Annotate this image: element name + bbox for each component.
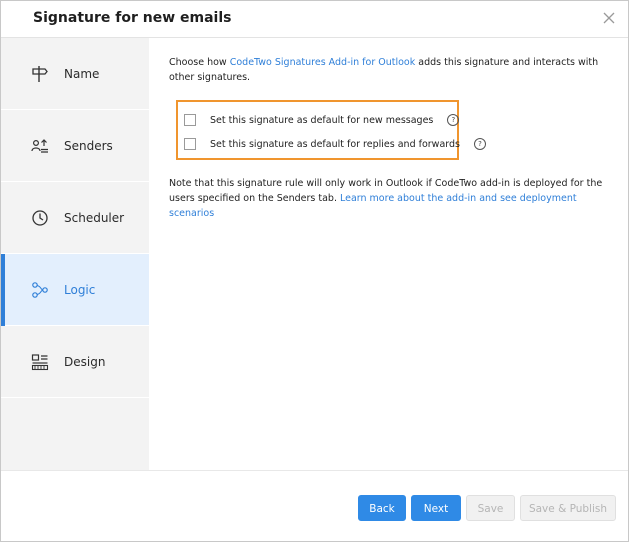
option-default-replies[interactable]: Set this signature as default for replie…	[184, 136, 486, 152]
default-options-group: Set this signature as default for new me…	[176, 100, 486, 160]
save-button[interactable]: Save	[466, 495, 515, 521]
sidebar-item-label: Senders	[64, 138, 113, 153]
save-publish-button[interactable]: Save & Publish	[520, 495, 616, 521]
checkbox-default-replies[interactable]	[184, 138, 196, 150]
signpost-icon	[32, 65, 48, 82]
option-label: Set this signature as default for replie…	[210, 138, 460, 150]
sidebar-item-scheduler[interactable]: Scheduler	[1, 182, 149, 254]
close-icon[interactable]	[602, 11, 616, 25]
sidebar-item-logic[interactable]: Logic	[1, 254, 149, 326]
addin-link[interactable]: CodeTwo Signatures Add-in for Outlook	[230, 57, 416, 68]
checkbox-default-new[interactable]	[184, 114, 196, 126]
option-label: Set this signature as default for new me…	[210, 114, 434, 126]
sidebar-item-label: Name	[64, 66, 100, 81]
sidebar-item-label: Design	[64, 354, 106, 369]
layout-icon	[31, 353, 49, 370]
main-content: Choose how CodeTwo Signatures Add-in for…	[149, 38, 628, 470]
back-button[interactable]: Back	[358, 495, 406, 521]
note-text: Note that this signature rule will only …	[169, 178, 603, 219]
dialog-header: Signature for new emails	[1, 1, 628, 38]
dialog-title: Signature for new emails	[33, 10, 232, 26]
dialog-footer: Back Next Save Save & Publish	[1, 470, 628, 542]
sidebar: Name Senders Scheduler Logic Design	[1, 38, 149, 470]
signature-dialog: Signature for new emails Name Senders Sc…	[0, 0, 629, 542]
sidebar-item-senders[interactable]: Senders	[1, 110, 149, 182]
next-button[interactable]: Next	[411, 495, 461, 521]
sidebar-item-label: Scheduler	[64, 210, 125, 225]
sidebar-item-design[interactable]: Design	[1, 326, 149, 398]
clock-icon	[32, 209, 48, 226]
option-default-new[interactable]: Set this signature as default for new me…	[184, 112, 460, 128]
sidebar-item-label: Logic	[64, 282, 96, 297]
logic-flow-icon	[32, 281, 48, 298]
help-icon[interactable]: ?	[474, 138, 486, 150]
users-icon	[31, 138, 48, 153]
help-icon[interactable]: ?	[447, 114, 460, 126]
intro-text: Choose how CodeTwo Signatures Add-in for…	[169, 57, 599, 83]
sidebar-item-name[interactable]: Name	[1, 38, 149, 110]
